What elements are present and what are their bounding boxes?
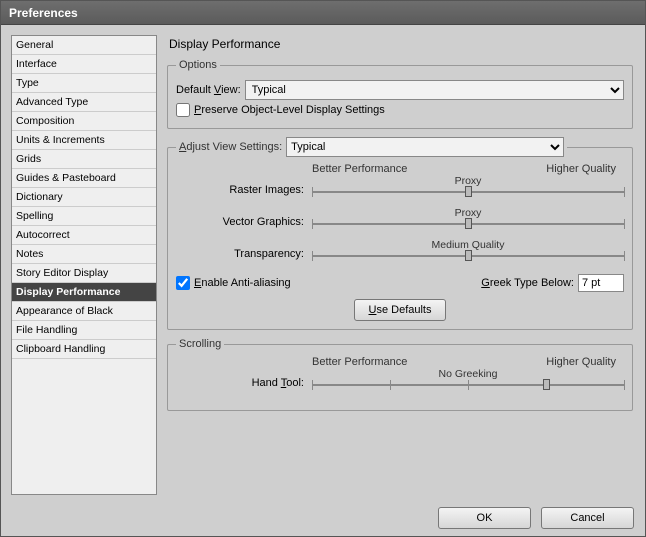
sidebar-item-composition[interactable]: Composition xyxy=(12,112,156,131)
options-group: Options Default View: Typical Preserve O… xyxy=(167,59,633,129)
hand-tool-label: Hand Tool: xyxy=(176,377,306,389)
use-defaults-button[interactable]: Use Defaults xyxy=(354,299,447,321)
window-title: Preferences xyxy=(9,6,78,20)
sidebar-item-units-increments[interactable]: Units & Increments xyxy=(12,131,156,150)
slider-label-1: Vector Graphics: xyxy=(176,216,306,228)
default-view-label: Default View: xyxy=(176,84,241,96)
sidebar-item-interface[interactable]: Interface xyxy=(12,55,156,74)
adjust-legend: Adjust View Settings: Typical xyxy=(176,137,567,157)
scrolling-legend: Scrolling xyxy=(176,338,224,350)
titlebar: Preferences xyxy=(1,1,645,25)
slider-1[interactable]: Proxy xyxy=(312,209,624,233)
enable-aa-label: Enable Anti-aliasing xyxy=(194,277,291,289)
greek-label: Greek Type Below: xyxy=(481,277,574,289)
sidebar-item-guides-pasteboard[interactable]: Guides & Pasteboard xyxy=(12,169,156,188)
adjust-right-header: Higher Quality xyxy=(546,163,616,175)
greek-input[interactable] xyxy=(578,274,624,292)
sidebar-item-dictionary[interactable]: Dictionary xyxy=(12,188,156,207)
slider-label-0: Raster Images: xyxy=(176,184,306,196)
sidebar-item-grids[interactable]: Grids xyxy=(12,150,156,169)
panel-title: Display Performance xyxy=(165,35,635,59)
sidebar[interactable]: GeneralInterfaceTypeAdvanced TypeComposi… xyxy=(11,35,157,495)
scroll-right-header: Higher Quality xyxy=(546,356,616,368)
scroll-left-header: Better Performance xyxy=(312,356,407,368)
scrolling-group: Scrolling Better Performance Higher Qual… xyxy=(167,338,633,411)
adjust-view-select[interactable]: Typical xyxy=(286,137,564,157)
adjust-left-header: Better Performance xyxy=(312,163,407,175)
sidebar-item-clipboard-handling[interactable]: Clipboard Handling xyxy=(12,340,156,359)
sidebar-item-appearance-of-black[interactable]: Appearance of Black xyxy=(12,302,156,321)
sidebar-item-spelling[interactable]: Spelling xyxy=(12,207,156,226)
slider-label-2: Transparency: xyxy=(176,248,306,260)
adjust-group: Adjust View Settings: Typical Better Per… xyxy=(167,137,633,330)
sidebar-item-story-editor-display[interactable]: Story Editor Display xyxy=(12,264,156,283)
sidebar-item-type[interactable]: Type xyxy=(12,74,156,93)
preserve-label: Preserve Object-Level Display Settings xyxy=(194,104,385,116)
enable-aa-checkbox[interactable] xyxy=(176,276,190,290)
options-legend: Options xyxy=(176,59,220,71)
hand-tool-slider[interactable]: No Greeking xyxy=(312,370,624,394)
slider-2[interactable]: Medium Quality xyxy=(312,241,624,265)
slider-0[interactable]: Proxy xyxy=(312,177,624,201)
preserve-checkbox[interactable] xyxy=(176,103,190,117)
sidebar-item-display-performance[interactable]: Display Performance xyxy=(12,283,156,302)
sidebar-item-autocorrect[interactable]: Autocorrect xyxy=(12,226,156,245)
sidebar-item-file-handling[interactable]: File Handling xyxy=(12,321,156,340)
default-view-select[interactable]: Typical xyxy=(245,80,624,100)
sidebar-item-notes[interactable]: Notes xyxy=(12,245,156,264)
cancel-button[interactable]: Cancel xyxy=(541,507,634,529)
sidebar-item-general[interactable]: General xyxy=(12,36,156,55)
sidebar-item-advanced-type[interactable]: Advanced Type xyxy=(12,93,156,112)
ok-button[interactable]: OK xyxy=(438,507,531,529)
